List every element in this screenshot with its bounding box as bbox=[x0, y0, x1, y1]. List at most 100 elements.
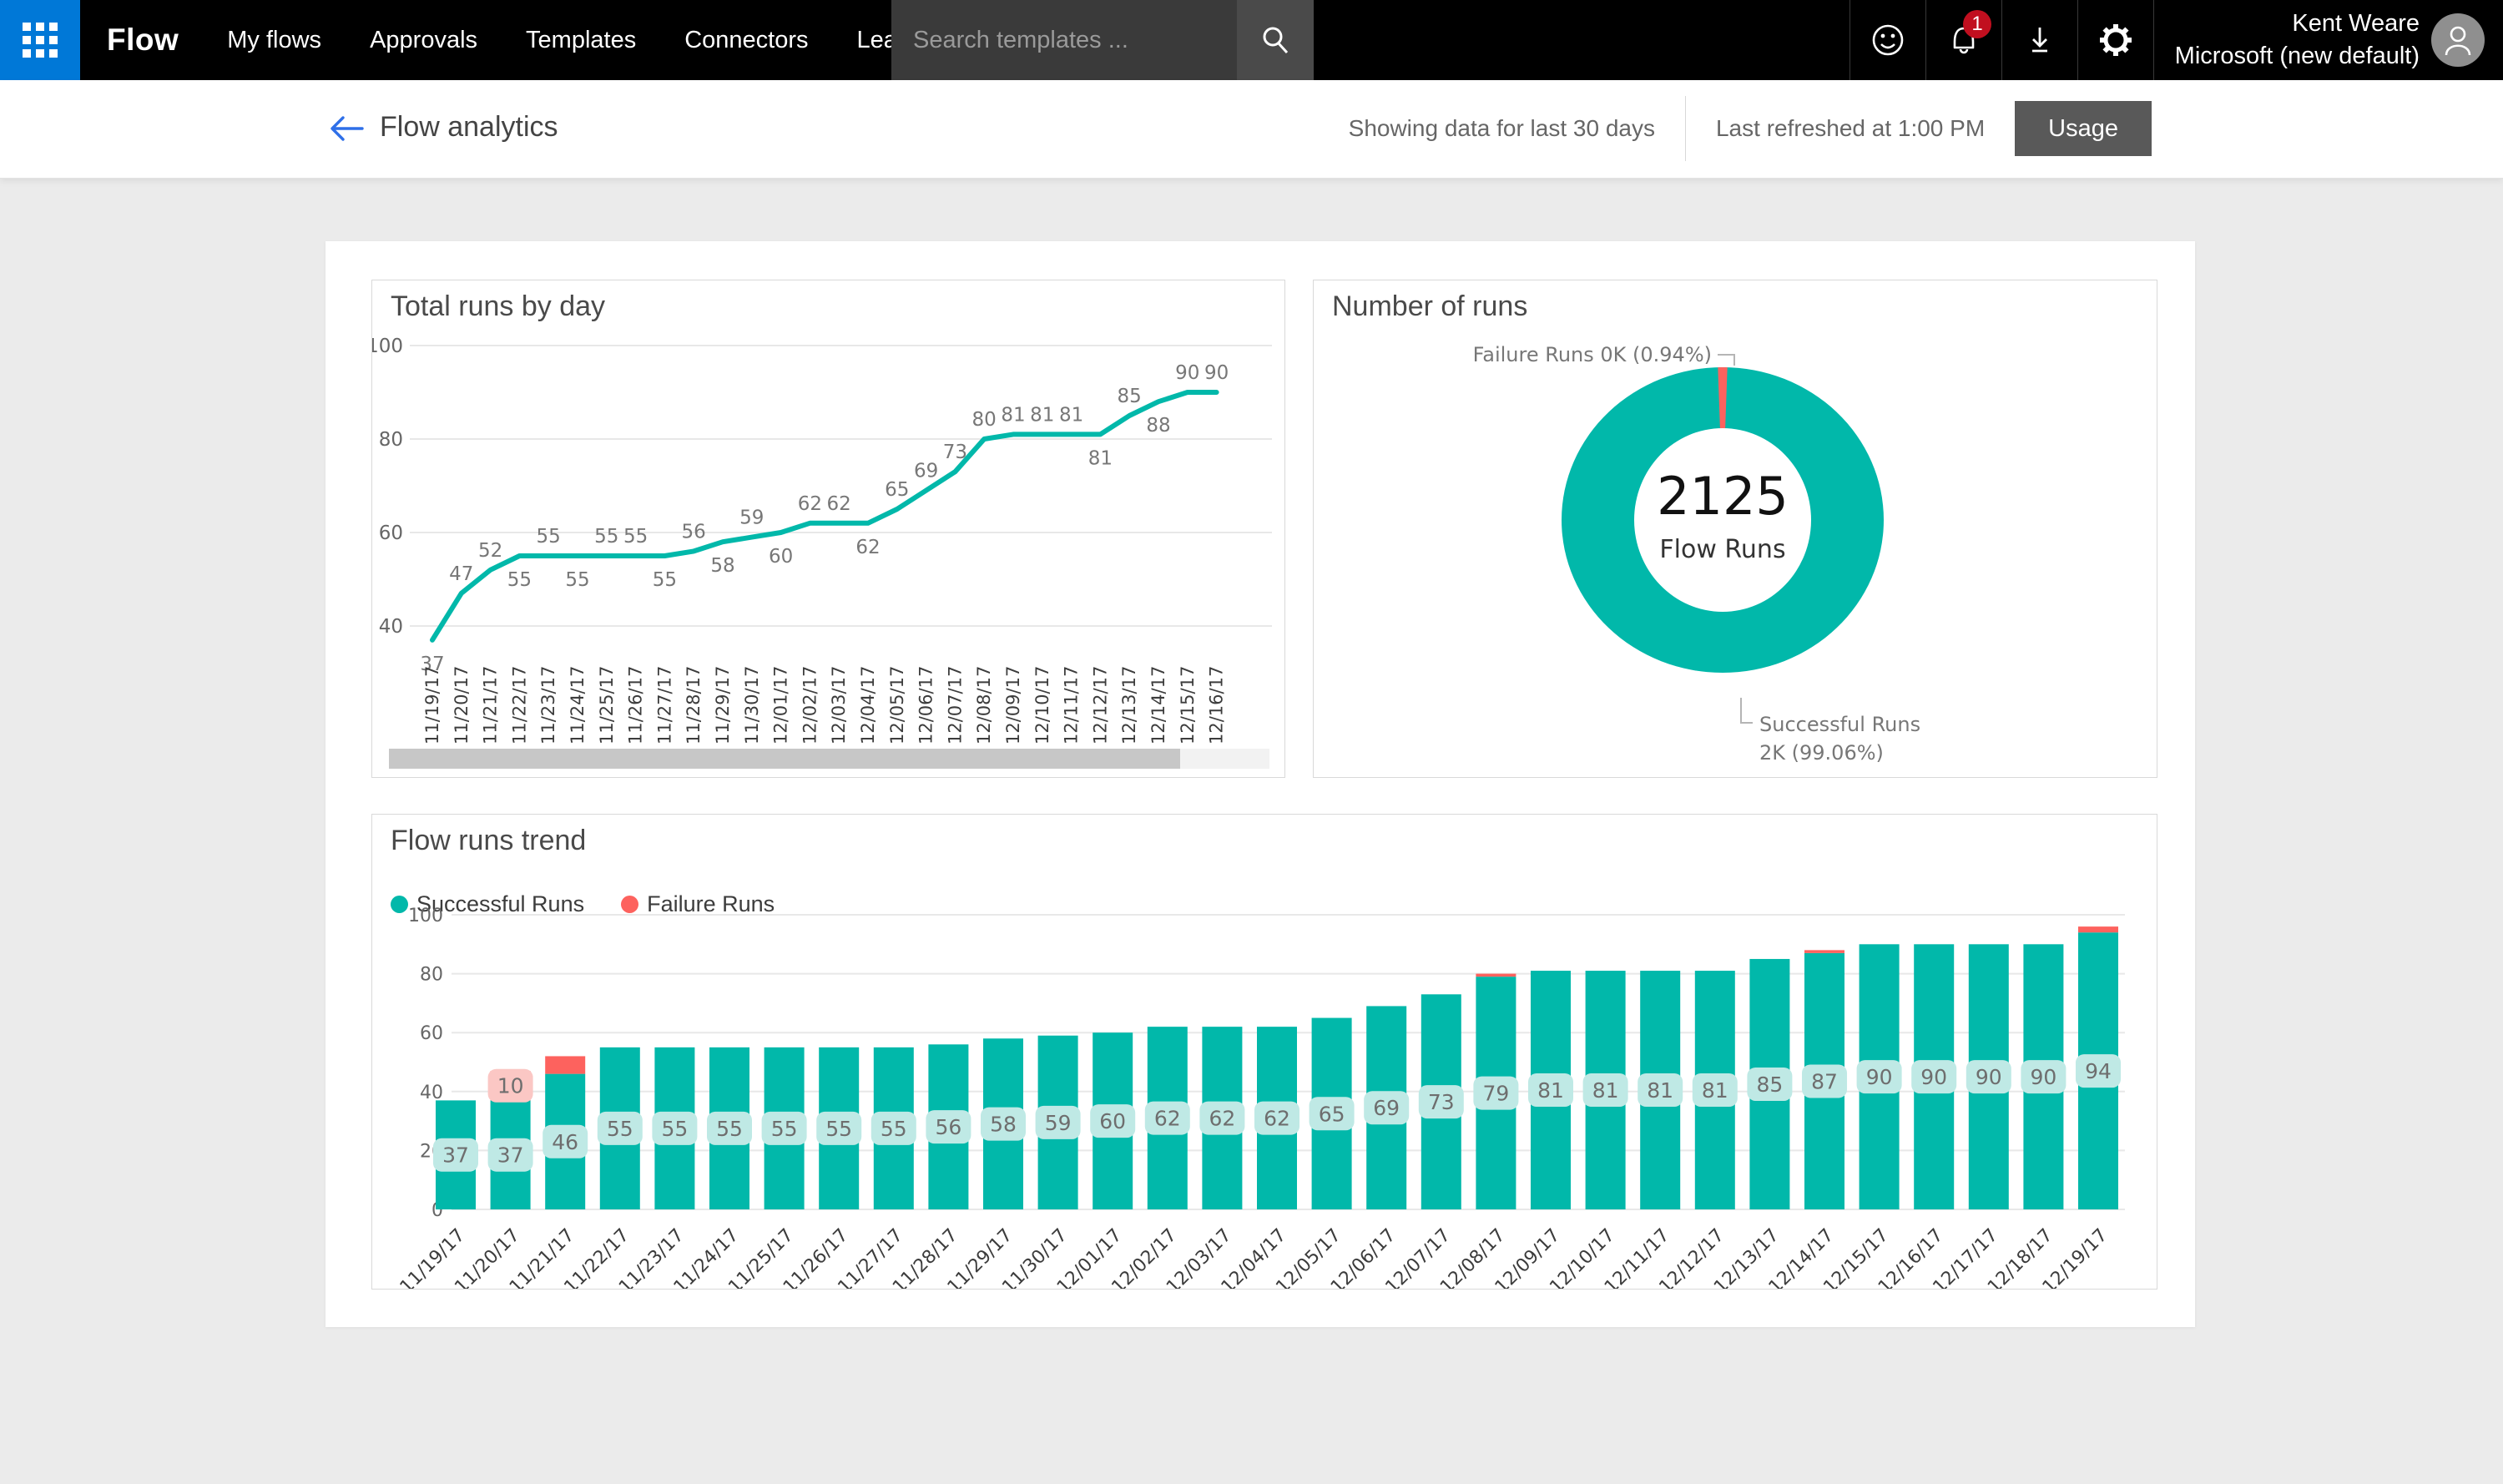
y-tick-label: 80 bbox=[420, 965, 443, 986]
bar-failure[interactable] bbox=[545, 1056, 586, 1074]
search-icon bbox=[1263, 27, 1289, 54]
header-divider bbox=[1684, 96, 1686, 161]
callout-label-failure: Failure Runs 0K (0.94%) bbox=[1473, 343, 1712, 366]
x-tick-label: 12/14/17 bbox=[1148, 666, 1168, 745]
x-tick-label: 12/06/17 bbox=[916, 666, 936, 745]
total-runs-line[interactable] bbox=[430, 390, 1219, 643]
stacked-bar-chart: 0204060801003711/19/17371011/20/174611/2… bbox=[396, 906, 2125, 1289]
waffle-icon bbox=[23, 23, 58, 58]
gear-icon: /* teeth drawn by main script */ bbox=[2100, 24, 2132, 56]
data-label: 81 bbox=[1030, 404, 1054, 426]
callout-line-successful bbox=[1740, 698, 1753, 724]
data-label: 55 bbox=[594, 526, 618, 548]
data-label: 58 bbox=[710, 555, 734, 577]
bar-label: 55 bbox=[661, 1117, 688, 1141]
notifications-button[interactable]: 1 bbox=[1925, 0, 2001, 80]
callout-label-successful: Successful Runs bbox=[1759, 713, 1920, 736]
data-label: 59 bbox=[739, 507, 764, 529]
bar-label: 55 bbox=[716, 1117, 743, 1141]
x-tick-label: 12/02/17 bbox=[800, 666, 820, 745]
y-tick-label: 40 bbox=[379, 616, 403, 638]
x-tick-label: 11/25/17 bbox=[597, 666, 617, 745]
data-label: 81 bbox=[1001, 404, 1025, 426]
account-info[interactable]: Kent Weare Microsoft (new default) bbox=[2175, 0, 2420, 80]
top-navbar: Flow My flows Approvals Templates Connec… bbox=[0, 0, 2503, 80]
back-button[interactable] bbox=[327, 112, 366, 145]
x-tick-label: 11/28/17 bbox=[684, 666, 704, 745]
bar-label: 62 bbox=[1154, 1107, 1181, 1131]
data-label: 56 bbox=[682, 521, 706, 543]
bar-label: 37 bbox=[497, 1143, 524, 1168]
x-tick-label: 12/07/17 bbox=[945, 666, 965, 745]
x-tick-label: 12/13/17 bbox=[1119, 666, 1139, 745]
usage-button[interactable]: Usage bbox=[2015, 101, 2152, 156]
nav-item-my-flows[interactable]: My flows bbox=[227, 27, 321, 54]
y-tick-label: 100 bbox=[372, 336, 403, 357]
data-label: 62 bbox=[855, 537, 880, 558]
bar-failure[interactable] bbox=[2078, 926, 2118, 933]
card-total-runs-by-day: Total runs by day 100 80 60 40 37 11/19/17 47 1… bbox=[371, 280, 1285, 778]
data-label: 90 bbox=[1204, 362, 1229, 384]
header-right: Showing data for last 30 days Last refre… bbox=[1349, 80, 2152, 177]
refreshed-text: Last refreshed at 1:00 PM bbox=[1715, 115, 1986, 141]
x-tick-label: 12/03/17 bbox=[829, 666, 849, 745]
bar-label: 56 bbox=[935, 1115, 961, 1139]
data-label: 52 bbox=[478, 540, 502, 562]
data-label: 81 bbox=[1059, 404, 1083, 426]
data-range-text: Showing data for last 30 days bbox=[1348, 115, 1655, 141]
smiley-icon bbox=[1872, 24, 1904, 56]
bar-label: 55 bbox=[881, 1117, 907, 1141]
bar-failure[interactable] bbox=[1476, 973, 1516, 977]
avatar[interactable] bbox=[2431, 13, 2485, 67]
bar-label: 94 bbox=[2085, 1059, 2112, 1083]
person-icon bbox=[2445, 26, 2471, 56]
data-label: 85 bbox=[1118, 386, 1142, 407]
bar-label: 79 bbox=[1482, 1082, 1509, 1106]
bar-label: 55 bbox=[825, 1117, 852, 1141]
bar-label: 55 bbox=[607, 1117, 633, 1141]
bar-label: 87 bbox=[1811, 1069, 1838, 1093]
x-tick-label: 12/16/17 bbox=[1207, 666, 1227, 745]
y-tick-label: 40 bbox=[420, 1083, 443, 1103]
y-tick-label: 100 bbox=[408, 906, 443, 926]
bar-label: 81 bbox=[1592, 1078, 1619, 1103]
app-launcher-button[interactable] bbox=[0, 0, 80, 80]
x-tick-label: 12/12/17 bbox=[1090, 666, 1110, 745]
bar-label: 73 bbox=[1428, 1090, 1455, 1114]
x-tick-label: 11/22/17 bbox=[509, 666, 529, 745]
download-icon bbox=[2032, 28, 2047, 53]
chart-scrollbar-track[interactable] bbox=[389, 749, 1269, 769]
chart-scrollbar-thumb[interactable] bbox=[389, 749, 1180, 769]
card-number-of-runs: Number of runs 2125 Flow Runs Failure Runs… bbox=[1313, 280, 2157, 778]
download-button[interactable] bbox=[2001, 0, 2077, 80]
data-label: 80 bbox=[972, 409, 997, 431]
feedback-button[interactable] bbox=[1849, 0, 1925, 80]
x-tick-label: 12/08/17 bbox=[974, 666, 994, 745]
bar-label: 55 bbox=[771, 1117, 798, 1141]
donut-center-label: Flow Runs bbox=[1659, 535, 1785, 564]
data-label: 81 bbox=[1088, 447, 1113, 469]
data-label: 90 bbox=[1175, 362, 1199, 384]
line-chart: 1008060403711/19/174711/20/175211/21/175… bbox=[372, 336, 1272, 745]
bar-label: 81 bbox=[1537, 1078, 1564, 1103]
data-label: 62 bbox=[827, 493, 851, 515]
brand-flow[interactable]: Flow bbox=[107, 23, 179, 58]
page-header: Flow analytics Showing data for last 30 … bbox=[0, 80, 2503, 179]
bar-label: 46 bbox=[552, 1130, 578, 1154]
search-button[interactable] bbox=[1237, 0, 1314, 80]
data-label: 60 bbox=[769, 546, 793, 568]
back-arrow-icon bbox=[331, 116, 364, 141]
bar-failure[interactable] bbox=[1804, 950, 1844, 953]
x-tick-label: 12/11/17 bbox=[1062, 666, 1082, 745]
data-label: 55 bbox=[565, 569, 589, 591]
nav-item-approvals[interactable]: Approvals bbox=[370, 27, 477, 54]
x-tick-label: 12/05/17 bbox=[887, 666, 907, 745]
settings-button[interactable]: /* teeth drawn by main script */ bbox=[2077, 0, 2154, 80]
flow-analytics-page: Flow My flows Approvals Templates Connec… bbox=[0, 0, 2503, 1484]
search-input[interactable] bbox=[891, 26, 1222, 54]
card-flow-runs-trend: Flow runs trend Successful Runs Failure … bbox=[371, 814, 2157, 1290]
x-tick-label: 12/09/17 bbox=[1003, 666, 1023, 745]
nav-item-connectors[interactable]: Connectors bbox=[684, 27, 808, 54]
nav-item-templates[interactable]: Templates bbox=[526, 27, 636, 54]
x-tick-label: 12/01/17 bbox=[771, 666, 791, 745]
